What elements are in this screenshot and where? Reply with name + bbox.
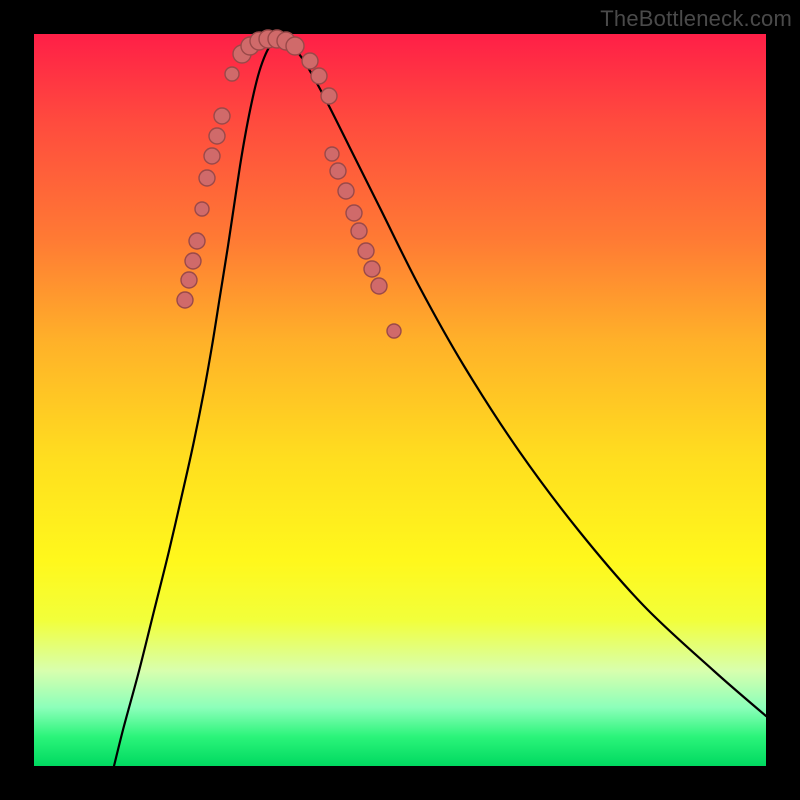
data-point (209, 128, 225, 144)
data-point (214, 108, 230, 124)
data-point (181, 272, 197, 288)
data-point (177, 292, 193, 308)
data-point (346, 205, 362, 221)
data-point (338, 183, 354, 199)
data-point (330, 163, 346, 179)
data-point (189, 233, 205, 249)
data-point (321, 88, 337, 104)
data-point (371, 278, 387, 294)
chart-svg (34, 34, 766, 766)
data-point (387, 324, 401, 338)
data-point (311, 68, 327, 84)
watermark-text: TheBottleneck.com (600, 6, 792, 32)
data-point (199, 170, 215, 186)
data-point (204, 148, 220, 164)
data-point (286, 37, 304, 55)
data-point (358, 243, 374, 259)
data-point (325, 147, 339, 161)
data-point (185, 253, 201, 269)
data-point (195, 202, 209, 216)
data-point (225, 67, 239, 81)
data-point (351, 223, 367, 239)
data-point (302, 53, 318, 69)
data-point (364, 261, 380, 277)
